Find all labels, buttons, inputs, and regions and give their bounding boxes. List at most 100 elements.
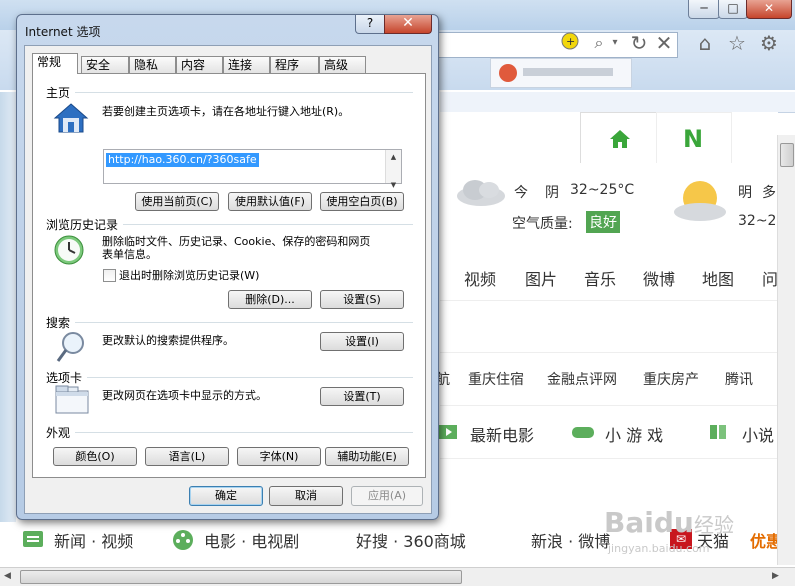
minimize-button[interactable]: ─ [688, 0, 720, 19]
use-blank-button[interactable]: 使用空白页(B) [320, 192, 404, 211]
close-button[interactable]: ✕ [384, 15, 432, 34]
news-icon [23, 531, 43, 547]
section-divider [75, 432, 413, 433]
home-url-textarea[interactable]: http://hao.360.cn/?360safe ▲ ▼ [103, 149, 402, 189]
tab-programs[interactable]: 程序 [270, 56, 319, 73]
film-reel-icon [173, 530, 193, 550]
category-video[interactable]: 视频 [464, 266, 496, 290]
film-icon [439, 425, 457, 439]
category-map[interactable]: 地图 [702, 266, 734, 290]
delete-history-button[interactable]: 删除(D)... [228, 290, 312, 309]
movies-link[interactable]: 最新电影 [470, 422, 534, 446]
close-window-button[interactable]: ✕ [746, 0, 792, 19]
sina-weibo-link[interactable]: 新浪 · 微博 [531, 528, 610, 552]
ok-button[interactable]: 确定 [189, 486, 263, 506]
delete-on-exit-checkbox[interactable] [103, 269, 116, 282]
vertical-scrollbar[interactable] [777, 135, 795, 565]
dialog-body: 常规 安全 隐私 内容 连接 程序 高级 主页 若要创建主页选项卡，请在各地址行… [24, 45, 432, 514]
apply-button[interactable]: 应用(A) [351, 486, 423, 506]
history-description-line1: 删除临时文件、历史记录、Cookie、保存的密码和网页 [102, 235, 371, 248]
history-clock-icon [54, 235, 84, 265]
aqi-label: 空气质量: [512, 216, 573, 232]
category-images[interactable]: 图片 [525, 266, 557, 290]
category-music[interactable]: 音乐 [584, 266, 616, 290]
maximize-button[interactable]: □ [718, 0, 748, 19]
home-url-text: http://hao.360.cn/?360safe [106, 153, 259, 167]
tab-connections[interactable]: 连接 [223, 56, 270, 73]
url-scroll-arrows[interactable]: ▲ ▼ [385, 150, 401, 189]
home-description: 若要创建主页选项卡，请在各地址行键入地址(R)。 [102, 105, 350, 118]
link-item[interactable]: 重庆房产 [643, 369, 699, 389]
novel-link[interactable]: 小说 [742, 422, 774, 446]
use-current-button[interactable]: 使用当前页(C) [135, 192, 219, 211]
shield-icon[interactable]: + [557, 32, 583, 58]
favorites-bar [440, 92, 795, 113]
home-page-icon [53, 103, 89, 133]
weather-today-label: 今 [514, 185, 528, 201]
general-tab-panel: 主页 若要创建主页选项卡，请在各地址行键入地址(R)。 http://hao.3… [32, 73, 426, 478]
refresh-icon[interactable]: ↻ [626, 30, 652, 56]
star-icon[interactable]: ☆ [724, 30, 750, 56]
horizontal-scrollbar[interactable]: ◀ ▶ [0, 567, 795, 586]
link-item[interactable]: 金融点评网 [547, 369, 617, 389]
section-divider [123, 224, 413, 225]
tab-label [523, 68, 613, 76]
aqi-value-badge: 良好 [586, 211, 620, 233]
tab-content[interactable]: 内容 [176, 56, 223, 73]
fonts-button[interactable]: 字体(N) [237, 447, 321, 466]
category-ask[interactable]: 问 [762, 266, 778, 290]
tab-privacy[interactable]: 隐私 [129, 56, 176, 73]
games-link[interactable]: 小 游 戏 [605, 422, 663, 446]
dialog-title: Internet 选项 [25, 25, 101, 39]
book-icon [710, 425, 726, 439]
home-section-heading: 主页 [46, 86, 71, 100]
svg-text:经验: 经验 [694, 513, 734, 537]
scrollbar-thumb[interactable] [780, 143, 794, 167]
accessibility-button[interactable]: 辅助功能(E) [325, 447, 409, 466]
tab-favicon-icon [499, 64, 517, 82]
category-weibo[interactable]: 微博 [643, 266, 675, 290]
cancel-button[interactable]: 取消 [269, 486, 343, 506]
tabs-section-heading: 选项卡 [46, 371, 83, 385]
home-tab[interactable] [580, 112, 658, 163]
cloud-icon [457, 180, 505, 206]
stop-icon[interactable]: ✕ [651, 30, 677, 56]
scroll-right-icon[interactable]: ▶ [772, 571, 779, 581]
link-item[interactable]: 重庆住宿 [468, 369, 524, 389]
haosou-link[interactable]: 好搜 · 360商城 [356, 528, 466, 552]
tab-advanced[interactable]: 高级 [319, 56, 366, 73]
tomorrow-temp: 32~2 [738, 213, 777, 229]
gear-icon[interactable]: ⚙ [756, 30, 782, 56]
baidu-jingyan-watermark: Baidu 经验 jingyan.baidu.com [604, 506, 734, 555]
tab-general[interactable]: 常规 [32, 53, 78, 74]
section-divider [87, 377, 413, 378]
weather-temp: 32~25°C [570, 182, 635, 198]
dropdown-arrow-icon[interactable]: ▾ [602, 30, 628, 56]
colors-button[interactable]: 颜色(O) [53, 447, 137, 466]
n-tab[interactable]: N [656, 112, 732, 163]
help-button[interactable]: ? [355, 15, 385, 34]
gamepad-icon [572, 427, 594, 438]
tomorrow-label: 明 [738, 185, 752, 201]
tab-security[interactable]: 安全 [81, 56, 129, 73]
svg-text:Baidu: Baidu [604, 506, 694, 539]
svg-text:jingyan.baidu.com: jingyan.baidu.com [607, 542, 710, 555]
home-icon[interactable]: ⌂ [692, 30, 718, 56]
tabs-settings-button[interactable]: 设置(T) [320, 387, 404, 406]
magnifier-icon [56, 332, 84, 362]
n-tab-icon: N [683, 125, 704, 153]
section-divider [75, 322, 413, 323]
news-video-link[interactable]: 新闻 · 视频 [54, 528, 133, 552]
link-item[interactable]: 腾讯 [725, 369, 753, 389]
history-settings-button[interactable]: 设置(S) [320, 290, 404, 309]
scrollbar-thumb[interactable] [20, 570, 462, 584]
delete-on-exit-label: 退出时删除浏览历史记录(W) [119, 269, 260, 282]
search-settings-button[interactable]: 设置(I) [320, 332, 404, 351]
languages-button[interactable]: 语言(L) [145, 447, 229, 466]
movie-tv-link[interactable]: 电影 · 电视剧 [204, 528, 299, 552]
internet-options-dialog: Internet 选项 ? ✕ 常规 安全 隐私 内容 连接 程序 高级 主页 … [16, 14, 439, 520]
use-default-button[interactable]: 使用默认值(F) [228, 192, 312, 211]
browser-tab[interactable] [490, 58, 632, 88]
scroll-left-icon[interactable]: ◀ [4, 571, 11, 581]
left-edge-strip [0, 92, 16, 522]
